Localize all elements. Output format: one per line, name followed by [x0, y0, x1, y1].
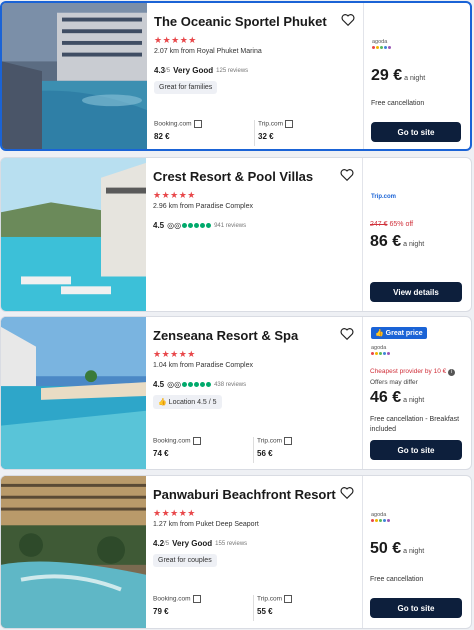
hotel-photo[interactable]	[2, 3, 147, 149]
cancellation-note: Free cancellation	[371, 100, 425, 107]
review-score[interactable]: 4.5 ◎◎ 438 reviews	[153, 380, 246, 389]
discount-label: 65% off	[389, 221, 414, 228]
price: 50 € a night	[370, 540, 425, 557]
provider-booking[interactable]: Booking.com 74 €	[153, 437, 201, 458]
external-link-icon	[193, 120, 202, 128]
score-label: Very Good	[173, 66, 214, 75]
hotel-card-4[interactable]: Panwaburi Beachfront Resort ★★★★★ 1.27 k…	[0, 475, 472, 629]
provider-name: Booking.com	[153, 437, 191, 445]
cancellation-note: Free cancellation - Breakfast included	[370, 416, 460, 433]
go-to-site-button[interactable]: Go to site	[371, 122, 461, 142]
hotel-name[interactable]: Crest Resort & Pool Villas	[153, 169, 313, 184]
external-link-icon	[192, 437, 201, 445]
tripadvisor-icon: ◎◎	[167, 221, 212, 230]
go-to-site-button[interactable]: Go to site	[370, 440, 462, 460]
review-score[interactable]: 4.3/5 Very Good 125 reviews	[154, 66, 248, 75]
external-link-icon	[284, 437, 293, 445]
review-count: 941 reviews	[214, 222, 247, 229]
star-rating: ★★★★★	[153, 190, 196, 200]
score-max: /5	[165, 67, 171, 74]
provider-trip[interactable]: Trip.com 32 €	[258, 120, 294, 141]
review-count: 125 reviews	[216, 67, 249, 74]
view-details-button[interactable]: View details	[370, 282, 462, 302]
score-label: Very Good	[172, 539, 213, 548]
great-price-badge: 👍 Great price	[371, 327, 427, 339]
score-value: 4.2	[153, 539, 165, 548]
provider-name: Booking.com	[154, 120, 192, 128]
hotel-name[interactable]: Zenseana Resort & Spa	[153, 328, 298, 343]
cancellation-note: Free cancellation	[370, 576, 424, 583]
feature-tag: Great for couples	[153, 554, 217, 567]
star-rating: ★★★★★	[154, 35, 197, 45]
hotel-photo[interactable]	[1, 158, 146, 311]
trip-logo: Trip.com	[371, 194, 397, 200]
hotel-card-2[interactable]: Crest Resort & Pool Villas ★★★★★ 2.96 km…	[0, 157, 472, 312]
thumbs-up-icon: 👍	[375, 330, 384, 337]
external-link-icon	[192, 595, 201, 603]
score-value: 4.3	[154, 66, 166, 75]
thumbs-up-icon: 👍	[158, 399, 167, 406]
tripadvisor-icon: ◎◎	[167, 380, 212, 389]
star-rating: ★★★★★	[153, 349, 196, 359]
hotel-card-1[interactable]: The Oceanic Sportel Phuket ★★★★★ 2.07 km…	[0, 1, 472, 151]
heart-outline-icon[interactable]	[340, 486, 354, 500]
distance-text: 2.96 km from Paradise Complex	[153, 203, 253, 210]
heart-outline-icon[interactable]	[341, 13, 355, 27]
provider-name: Trip.com	[258, 120, 284, 128]
provider-trip[interactable]: Trip.com 55 €	[257, 595, 293, 616]
agoda-logo: agoda	[372, 39, 391, 49]
hotel-name[interactable]: The Oceanic Sportel Phuket	[154, 14, 327, 29]
review-count: 155 reviews	[215, 540, 248, 547]
score-value: 4.5	[153, 221, 165, 230]
heart-outline-icon[interactable]	[340, 168, 354, 182]
star-rating: ★★★★★	[153, 508, 196, 518]
divider	[254, 120, 255, 146]
location-badge-text: Location 4.5 / 5	[168, 399, 217, 406]
divider	[253, 595, 254, 621]
distance-text: 1.04 km from Paradise Complex	[153, 362, 253, 369]
provider-price: 32 €	[258, 132, 274, 141]
review-score[interactable]: 4.2/5 Very Good 155 reviews	[153, 539, 247, 548]
external-link-icon	[285, 120, 294, 128]
hotel-card-3[interactable]: Zenseana Resort & Spa ★★★★★ 1.04 km from…	[0, 316, 472, 470]
provider-price: 55 €	[257, 607, 273, 616]
price: 86 € a night	[370, 233, 425, 250]
location-badge: 👍 Location 4.5 / 5	[153, 395, 222, 409]
provider-name: Booking.com	[153, 595, 191, 603]
hotel-photo[interactable]	[1, 317, 146, 469]
discount-row: 247 € 65% off	[370, 221, 413, 228]
go-to-site-button[interactable]: Go to site	[370, 598, 462, 618]
provider-price: 74 €	[153, 449, 169, 458]
divider	[253, 437, 254, 463]
score-value: 4.5	[153, 380, 165, 389]
feature-tag: Great for families	[154, 81, 218, 94]
provider-trip[interactable]: Trip.com 56 €	[257, 437, 293, 458]
distance-text: 2.07 km from Royal Phuket Marina	[154, 48, 262, 55]
hotel-name[interactable]: Panwaburi Beachfront Resort	[153, 487, 336, 502]
provider-price: 79 €	[153, 607, 169, 616]
price: 29 € a night	[371, 67, 426, 84]
review-score[interactable]: 4.5 ◎◎ 941 reviews	[153, 221, 246, 230]
distance-text: 1.27 km from Puket Deep Seaport	[153, 521, 259, 528]
provider-price: 56 €	[257, 449, 273, 458]
provider-booking[interactable]: Booking.com 79 €	[153, 595, 201, 616]
provider-booking[interactable]: Booking.com 82 €	[154, 120, 202, 141]
score-max: /5	[164, 540, 170, 547]
price: 46 € a night	[370, 389, 425, 406]
heart-outline-icon[interactable]	[340, 327, 354, 341]
agoda-logo: agoda	[371, 345, 390, 355]
external-link-icon	[284, 595, 293, 603]
provider-price: 82 €	[154, 132, 170, 141]
cheapest-note: Cheapest provider by 10 € i	[370, 368, 456, 376]
agoda-logo: agoda	[371, 512, 390, 522]
hotel-photo[interactable]	[1, 476, 146, 628]
review-count: 438 reviews	[214, 381, 247, 388]
provider-name: Trip.com	[257, 595, 283, 603]
info-icon[interactable]: i	[448, 369, 456, 376]
old-price: 247 €	[370, 221, 388, 228]
provider-name: Trip.com	[257, 437, 283, 445]
offers-note: Offers may differ	[370, 379, 418, 386]
